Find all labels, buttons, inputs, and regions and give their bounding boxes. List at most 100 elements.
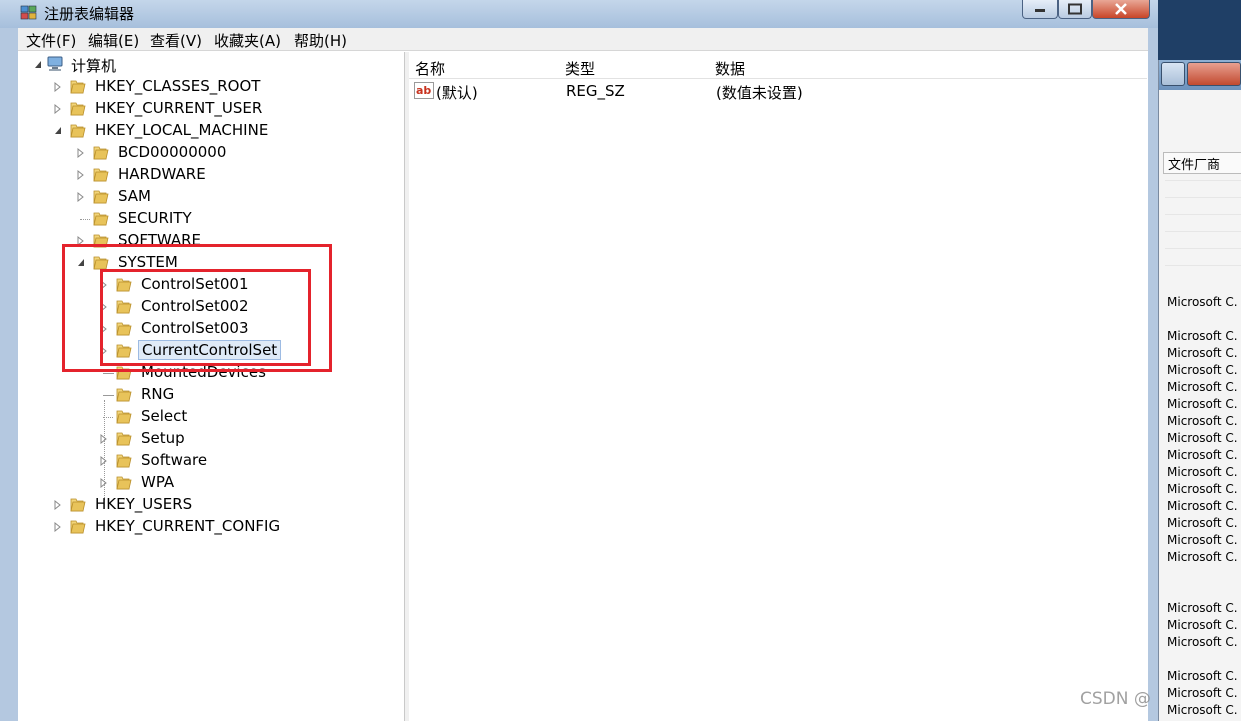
background-list-item: Microsoft C. — [1167, 669, 1238, 683]
highlight-box-controlsets — [100, 269, 311, 366]
minimize-icon — [1035, 9, 1045, 12]
background-list-item: Microsoft C. — [1167, 397, 1238, 411]
window-frame-right — [1148, 28, 1158, 721]
background-list-item: Microsoft C. — [1167, 703, 1238, 717]
close-icon — [1115, 3, 1127, 15]
tree-node-label: HKEY_CURRENT_USER — [95, 99, 263, 117]
tree-node-label: WPA — [141, 473, 175, 491]
folder-icon — [93, 212, 109, 226]
tree-node-label: Software — [141, 451, 208, 469]
folder-icon — [93, 190, 109, 204]
background-window[interactable]: 文件厂商 Microsoft C. Microsoft C. Microsoft C… — [1158, 60, 1241, 721]
tree-node-label: HKEY_CURRENT_CONFIG — [95, 517, 281, 535]
background-list-item: Microsoft C. — [1167, 465, 1238, 479]
background-list-item: Microsoft C. — [1167, 448, 1238, 462]
registry-tree[interactable]: 计算机 HKEY_CLASSES_ROOT HKEY_CURRENT_USER HK… — [20, 52, 404, 721]
folder-icon — [116, 476, 132, 490]
background-list-item: Microsoft C. — [1167, 363, 1238, 377]
folder-icon — [116, 454, 132, 468]
tree-node-label: HKEY_CLASSES_ROOT — [95, 77, 261, 95]
value-data: (数值未设置) — [716, 84, 803, 102]
column-header-type[interactable]: 类型 — [559, 55, 710, 79]
column-header-name[interactable]: 名称 — [409, 55, 560, 79]
background-list-item: Microsoft C. — [1167, 533, 1238, 547]
tree-node-label: SECURITY — [118, 209, 192, 227]
values-list[interactable]: 名称 类型 数据 ab (默认) REG_SZ (数值未设置) — [409, 52, 1148, 721]
background-list-item: Microsoft C. — [1167, 380, 1238, 394]
menu-view[interactable]: 查看(V) — [150, 30, 202, 51]
collapsed-arrow-icon[interactable] — [77, 148, 85, 158]
background-list-item: Microsoft C. — [1167, 295, 1238, 309]
restore-button[interactable] — [1161, 62, 1185, 86]
column-header-label: 文件厂商 — [1168, 158, 1221, 173]
tree-node-label: RNG — [141, 385, 175, 403]
folder-icon — [70, 102, 86, 116]
column-header-empty — [1069, 55, 1147, 79]
expanded-arrow-icon[interactable] — [54, 126, 62, 136]
maximize-icon — [1068, 3, 1082, 15]
background-list-item: Microsoft C. — [1167, 482, 1238, 496]
value-name[interactable]: (默认) — [436, 82, 478, 103]
column-header-label: 类型 — [565, 60, 596, 78]
window-frame-left — [0, 28, 18, 721]
value-type: REG_SZ — [566, 82, 625, 100]
background-window-titlebar[interactable] — [1159, 60, 1241, 90]
computer-icon — [47, 56, 63, 71]
tree-node-label: HARDWARE — [118, 165, 206, 183]
folder-icon — [116, 432, 132, 446]
tree-node-label: HKEY_USERS — [95, 495, 193, 513]
background-list-item: Microsoft C. — [1167, 550, 1238, 564]
expanded-arrow-icon — [35, 61, 41, 68]
svg-text:ab: ab — [416, 84, 431, 97]
csdn-watermark: CSDN @ — [1080, 689, 1151, 709]
registry-editor-window: 注册表编辑器 文件(F) 编辑(E) 查看(V) 收藏夹(A) 帮助(H) 计算… — [0, 0, 1158, 721]
minimize-button[interactable] — [1022, 0, 1058, 19]
menu-bar: 文件(F) 编辑(E) 查看(V) 收藏夹(A) 帮助(H) — [18, 28, 1148, 51]
tree-node-label: Select — [141, 407, 188, 425]
column-header-label: 名称 — [415, 60, 446, 78]
background-list-item: Microsoft C. — [1167, 414, 1238, 428]
column-header-vendor[interactable]: 文件厂商 — [1163, 152, 1241, 174]
collapsed-arrow-icon[interactable] — [54, 522, 62, 532]
tree-root-label: 计算机 — [71, 57, 117, 75]
collapsed-arrow-icon[interactable] — [77, 192, 85, 202]
background-list-item: Microsoft C. — [1167, 431, 1238, 445]
background-list-item: Microsoft C. — [1167, 516, 1238, 530]
folder-icon — [70, 80, 86, 94]
folder-icon — [116, 410, 132, 424]
folder-icon — [70, 498, 86, 512]
column-header-data[interactable]: 数据 — [709, 55, 1070, 79]
title-bar[interactable]: 注册表编辑器 — [0, 0, 1158, 28]
tree-node-label: Setup — [141, 429, 185, 447]
collapsed-arrow-icon[interactable] — [100, 456, 108, 466]
background-list-item: Microsoft C. — [1167, 346, 1238, 360]
window-title: 注册表编辑器 — [44, 5, 135, 23]
tree-node-label: HKEY_LOCAL_MACHINE — [95, 121, 269, 139]
background-list-item: Microsoft C. — [1167, 618, 1238, 632]
folder-icon — [70, 520, 86, 534]
background-list-item: Microsoft C. — [1167, 686, 1238, 700]
column-header-label: 数据 — [715, 60, 746, 78]
maximize-button[interactable] — [1058, 0, 1092, 19]
menu-help[interactable]: 帮助(H) — [294, 30, 347, 51]
collapsed-arrow-icon[interactable] — [54, 82, 62, 92]
menu-favorites[interactable]: 收藏夹(A) — [214, 30, 281, 51]
collapsed-arrow-icon[interactable] — [77, 170, 85, 180]
collapsed-arrow-icon[interactable] — [100, 478, 108, 488]
collapsed-arrow-icon[interactable] — [54, 104, 62, 114]
folder-icon — [116, 388, 132, 402]
background-list-item: Microsoft C. — [1167, 635, 1238, 649]
collapsed-arrow-icon[interactable] — [100, 434, 108, 444]
folder-icon — [93, 146, 109, 160]
folder-icon — [93, 168, 109, 182]
collapsed-arrow-icon[interactable] — [54, 500, 62, 510]
menu-edit[interactable]: 编辑(E) — [88, 30, 139, 51]
close-button[interactable] — [1187, 62, 1241, 86]
tree-node-label: BCD00000000 — [118, 143, 227, 161]
folder-icon — [70, 124, 86, 138]
background-list-item: Microsoft C. — [1167, 499, 1238, 513]
close-button[interactable] — [1092, 0, 1150, 19]
tree-node-label: SAM — [118, 187, 152, 205]
background-list-item: Microsoft C. — [1167, 601, 1238, 615]
menu-file[interactable]: 文件(F) — [26, 30, 76, 51]
